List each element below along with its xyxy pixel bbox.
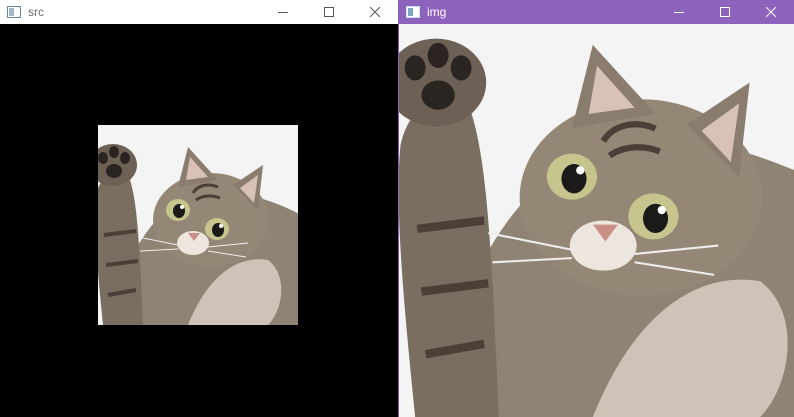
src-window: src (0, 0, 398, 417)
minimize-button[interactable] (260, 0, 306, 24)
minimize-icon (673, 11, 684, 13)
close-icon (765, 6, 776, 17)
img-title-bar[interactable]: img (399, 0, 794, 24)
close-button[interactable] (352, 0, 398, 24)
cat-photo-small (98, 125, 298, 325)
minimize-icon (277, 11, 288, 13)
app-window-icon (7, 0, 23, 24)
minimize-button[interactable] (656, 0, 702, 24)
app-window-icon (406, 0, 422, 24)
close-button[interactable] (748, 0, 794, 24)
window-title: src (28, 5, 44, 19)
cat-photo-large (399, 24, 794, 417)
maximize-button[interactable] (702, 0, 748, 24)
maximize-button[interactable] (306, 0, 352, 24)
src-title-bar[interactable]: src (0, 0, 398, 24)
maximize-icon (323, 6, 334, 17)
img-image-canvas (399, 24, 794, 417)
src-image-canvas (0, 24, 398, 417)
img-window: img (398, 0, 794, 417)
window-title: img (427, 5, 447, 19)
close-icon (369, 6, 380, 17)
maximize-icon (719, 6, 730, 17)
